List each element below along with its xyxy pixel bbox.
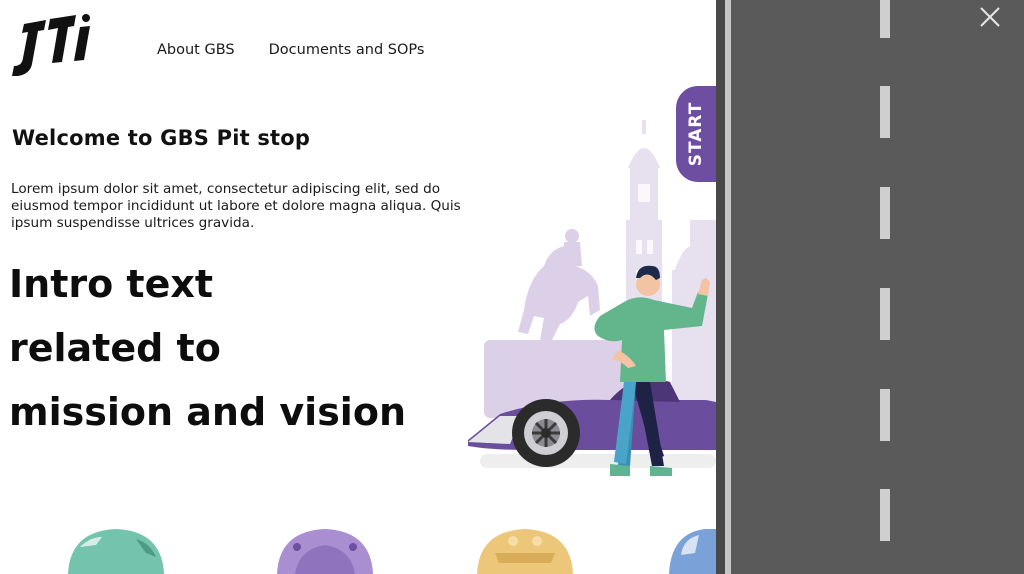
pitstop-illustration [468, 120, 716, 476]
intro-line-1: Intro text [9, 262, 214, 306]
nav-about-gbs[interactable]: About GBS [157, 42, 235, 58]
close-icon[interactable] [977, 4, 1003, 30]
helmet-green[interactable] [66, 527, 166, 574]
road-shoulder [716, 0, 725, 574]
start-label: START [686, 101, 706, 167]
road-edge-line [725, 0, 731, 574]
intro-heading: Intro text related to mission and vision [9, 252, 469, 444]
nav-documents-sops[interactable]: Documents and SOPs [269, 42, 425, 58]
lane-dash [880, 187, 890, 239]
road-panel [716, 0, 1024, 574]
helmet-yellow[interactable] [475, 527, 575, 574]
start-button[interactable]: START [676, 86, 716, 182]
intro-line-3: mission and vision [9, 390, 406, 434]
jti-logo[interactable] [10, 14, 94, 76]
lane-dash [880, 489, 890, 541]
intro-line-2: related to [9, 326, 221, 370]
lane-dash [880, 389, 890, 441]
lane-dash [880, 288, 890, 340]
lane-dash [880, 0, 890, 38]
helmet-purple[interactable] [275, 527, 375, 574]
helmet-blue[interactable] [665, 527, 716, 574]
welcome-title: Welcome to GBS Pit stop [12, 126, 311, 150]
welcome-body: Lorem ipsum dolor sit amet, consectetur … [11, 181, 461, 231]
lane-dash [880, 86, 890, 138]
main-page: About GBS Documents and SOPs Welcome to … [0, 0, 716, 574]
top-nav: About GBS Documents and SOPs [157, 42, 424, 58]
